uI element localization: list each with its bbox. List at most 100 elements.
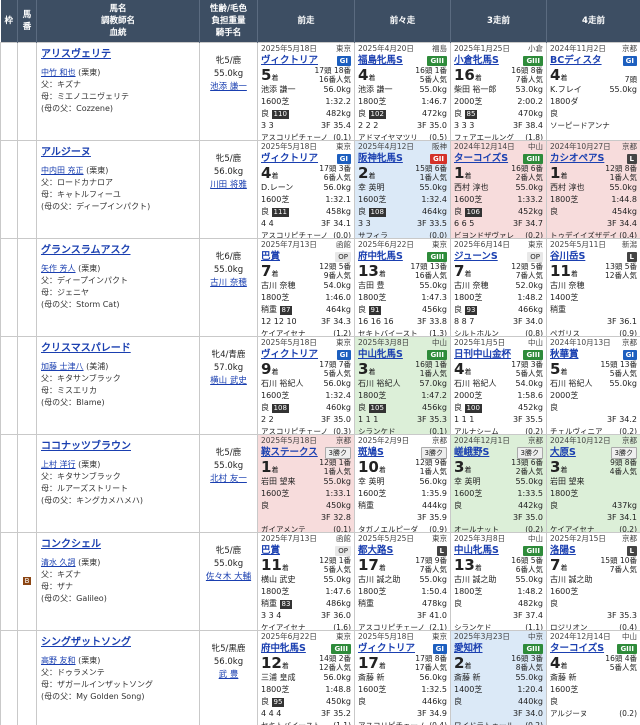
past-race-cell: 2024年10月13日 京都 秋華賞 GI 5着 15頭 13番 5番人気 石川 裕紀人… (546, 335, 640, 435)
race-time: 1:33.2 (517, 194, 543, 204)
race-weight: 57.0kg (419, 378, 447, 388)
trainer-link[interactable]: 高野 友和 (41, 656, 76, 665)
carried-weight: 56.0kg (213, 166, 244, 177)
winner-name: アスコリピチェーノ (358, 720, 426, 725)
speed-index: 110 (271, 109, 289, 119)
winner-name: チェルヴィニア (550, 426, 603, 434)
sire: 父：ディープインパクト (41, 275, 128, 285)
margin: (0.3) (333, 426, 351, 434)
race-jockey: 西村 淳也 (550, 182, 585, 192)
sex-age: 牝5/黒鹿 (211, 643, 246, 654)
race-weight: 55.0kg (609, 84, 637, 94)
last-3f: 3F 34.0 (512, 316, 543, 326)
speed-index: 85 (464, 109, 478, 119)
body-weight: 478kg (422, 598, 447, 608)
field-info: 16頭 1番 5番人気 (415, 65, 447, 84)
horse-name-link[interactable]: クリスマスパレード (41, 343, 195, 355)
jockey-link[interactable]: 北村 友一 (201, 473, 257, 486)
race-weight: 55.0kg (419, 574, 447, 584)
winner-name: サフィラ (358, 230, 388, 238)
jockey-link[interactable]: 池添 謙一 (201, 81, 257, 94)
finish-position: 17着 (358, 555, 386, 574)
jockey-link[interactable]: 川田 将雅 (201, 179, 257, 192)
track-going: 良 (261, 500, 269, 510)
grade-badge: GIII (331, 644, 351, 654)
race-date: 2025年6月14日 (454, 239, 510, 249)
winner-name: アスコリピチェーノ (358, 622, 426, 630)
speed-index: 91 (368, 305, 382, 315)
umaban-cell (17, 335, 37, 435)
trainer: 中内田 充正 (栗東) (41, 165, 109, 175)
horse-name-link[interactable]: ココナッツブラウン (41, 441, 195, 453)
race-weight: 54.0kg (323, 280, 351, 290)
horse-name-link[interactable]: シングザットソング (41, 637, 195, 649)
umaban-cell (17, 237, 37, 337)
margin: (0.2) (525, 524, 543, 532)
race-jockey: 古川 誠之助 (550, 574, 593, 584)
past-race-cell: 2025年2月15日 京都 洛陽S L 7着 15頭 10番 7番人気 古川 誠之助 1… (546, 531, 640, 631)
race-weight: 53.0kg (515, 84, 543, 94)
trainer: 中竹 和也 (栗東) (41, 67, 101, 77)
last-3f: 3F 34.4 (606, 218, 637, 228)
race-venue: 京都 (622, 533, 637, 543)
trainer-link[interactable]: 清水 久詞 (41, 558, 76, 567)
margin: (0.2) (619, 524, 637, 532)
field-info: 16頭 6番 2番人気 (511, 163, 543, 182)
track-going: 良 (550, 108, 558, 118)
horse-name-link[interactable]: アルジーヌ (41, 147, 195, 159)
trainer-link[interactable]: 中竹 和也 (41, 68, 76, 77)
race-jockey: K.フレイ (550, 84, 582, 94)
body-weight: 452kg (518, 402, 543, 412)
grade-badge: GI (336, 350, 351, 360)
race-date: 2025年5月18日 (261, 43, 317, 53)
grade-badge: OP (335, 252, 351, 262)
carried-weight: 55.0kg (213, 460, 244, 471)
horse-name-link[interactable]: コンクシェル (41, 539, 195, 551)
winner-name: ビヨンドザヴァレ (454, 230, 514, 238)
body-weight: 454kg (612, 206, 637, 216)
info-cell: 牝5/黒鹿 56.0kg 武 豊 (199, 629, 258, 725)
race-time: 1:44.8 (611, 194, 637, 204)
jockey-link[interactable]: 横山 武史 (201, 375, 257, 388)
past-race-cell: 2025年5月11日 新潟 谷川岳S L 11着 13頭 5番 12番人気 古川 奈穂 … (546, 237, 640, 337)
horse-name-link[interactable]: グランスラムアスク (41, 245, 195, 257)
race-jockey: 幸 英明 (454, 476, 481, 486)
finish-position: 3着 (550, 457, 568, 476)
race-date: 2025年2月15日 (550, 533, 606, 543)
track-going: 良 (550, 206, 558, 216)
jockey-link[interactable]: 古川 奈穂 (201, 277, 257, 290)
grade-badge: GIII (427, 56, 447, 66)
race-weight: 52.0kg (515, 280, 543, 290)
trainer-link[interactable]: 加藤 士津八 (41, 362, 84, 371)
info-cell: 牝5/鹿 56.0kg 川田 将雅 (199, 139, 258, 239)
grade-badge: GIII (617, 644, 637, 654)
passing-order: 3 3 3 (454, 120, 475, 130)
finish-position: 13着 (358, 261, 386, 280)
finish-position: 3着 (454, 457, 472, 476)
race-venue: 中山 (622, 631, 637, 641)
header-info: 性齢/毛色 負担重量 騎手名 (199, 0, 258, 42)
finish-position: 4着 (261, 163, 279, 182)
passing-order: 3 3 (358, 218, 371, 228)
jockey-link[interactable]: 佐々木 大輔 (201, 571, 257, 584)
broodmare-sire: (母の父：ディープインパクト) (41, 201, 151, 211)
jockey-link[interactable]: 武 豊 (201, 669, 257, 682)
trainer-link[interactable]: 中内田 充正 (41, 166, 84, 175)
race-distance: 1600芝 (550, 684, 579, 694)
trainer-link[interactable]: 矢作 芳人 (41, 264, 76, 273)
race-date: 2025年5月18日 (261, 141, 317, 151)
race-date: 2025年3月8日 (358, 337, 410, 347)
trainer-link[interactable]: 上村 洋行 (41, 460, 76, 469)
race-jockey: 古川 奈穂 (550, 280, 585, 290)
horse-name-link[interactable]: アリスヴェリテ (41, 49, 195, 61)
last-3f: 3F 35.2 (320, 708, 351, 718)
horse-cell: ココナッツブラウン 上村 洋行 (栗東) 父：キタサンブラック 母：ルアーズスト… (36, 433, 200, 533)
margin: (2.1) (429, 622, 447, 630)
race-jockey: 吉田 豊 (358, 280, 385, 290)
race-weight: 56.0kg (323, 378, 351, 388)
passing-order: 12 12 10 (261, 316, 297, 326)
horse-cell: グランスラムアスク 矢作 芳人 (栗東) 父：ディープインパクト 母：ジェニヤ … (36, 237, 200, 337)
race-time: 1:46.0 (325, 292, 351, 302)
grade-badge: L (626, 252, 637, 262)
race-distance: 1800芝 (454, 292, 483, 302)
